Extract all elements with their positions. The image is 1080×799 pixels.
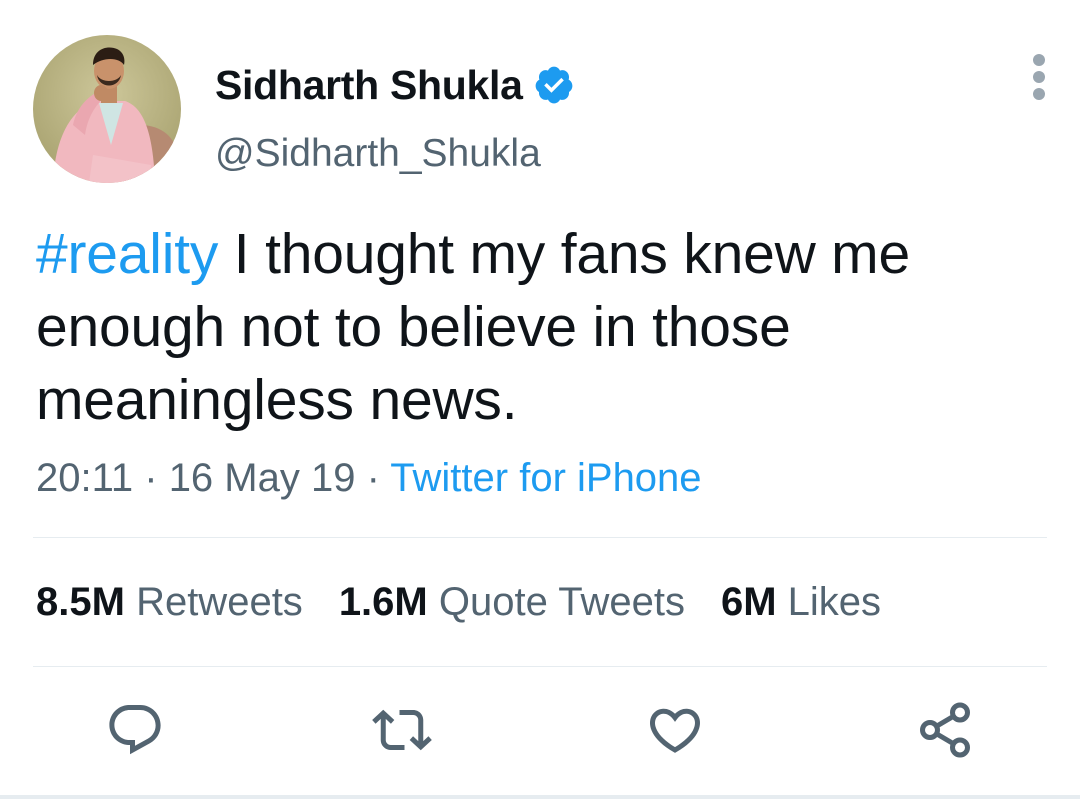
- retweets-stat[interactable]: 8.5M Retweets: [36, 580, 303, 625]
- tweet-time[interactable]: 20:11: [36, 456, 133, 500]
- avatar[interactable]: [33, 35, 181, 183]
- tweet-text: #reality I thought my fans knew me enoug…: [36, 218, 1036, 437]
- tweet-date[interactable]: 16 May 19: [169, 456, 356, 500]
- heart-icon[interactable]: [645, 700, 705, 760]
- tweet-source-link[interactable]: Twitter for iPhone: [390, 456, 701, 500]
- avatar-image: [33, 35, 181, 183]
- likes-stat[interactable]: 6M Likes: [721, 580, 881, 625]
- meta-separator: ·: [355, 456, 391, 500]
- meta-separator: ·: [133, 456, 169, 500]
- author-name-row: Sidharth Shukla: [215, 58, 575, 112]
- reply-icon[interactable]: [105, 700, 165, 760]
- hashtag-link[interactable]: #reality: [36, 222, 218, 286]
- retweets-label: Retweets: [136, 580, 303, 624]
- retweet-icon[interactable]: [372, 700, 432, 760]
- tweet-meta: 20:11 · 16 May 19 · Twitter for iPhone: [36, 456, 702, 501]
- author-handle[interactable]: @Sidharth_Shukla: [215, 132, 541, 176]
- quote-tweets-label: Quote Tweets: [438, 580, 685, 624]
- tweet-stats: 8.5M Retweets 1.6M Quote Tweets 6M Likes: [36, 580, 881, 625]
- tweet-detail: Sidharth Shukla @Sidharth_Shukla #realit…: [0, 0, 1080, 799]
- more-vertical-icon[interactable]: [1022, 52, 1056, 102]
- quote-tweets-stat[interactable]: 1.6M Quote Tweets: [339, 580, 685, 625]
- author-display-name[interactable]: Sidharth Shukla: [215, 62, 523, 109]
- likes-label: Likes: [787, 580, 882, 624]
- retweets-count: 8.5M: [36, 580, 125, 624]
- quote-tweets-count: 1.6M: [338, 580, 428, 624]
- divider: [33, 537, 1047, 538]
- likes-count: 6M: [720, 580, 777, 624]
- divider: [33, 666, 1047, 667]
- share-icon[interactable]: [915, 700, 975, 760]
- bottom-divider: [0, 795, 1080, 799]
- verified-badge-icon: [535, 66, 572, 104]
